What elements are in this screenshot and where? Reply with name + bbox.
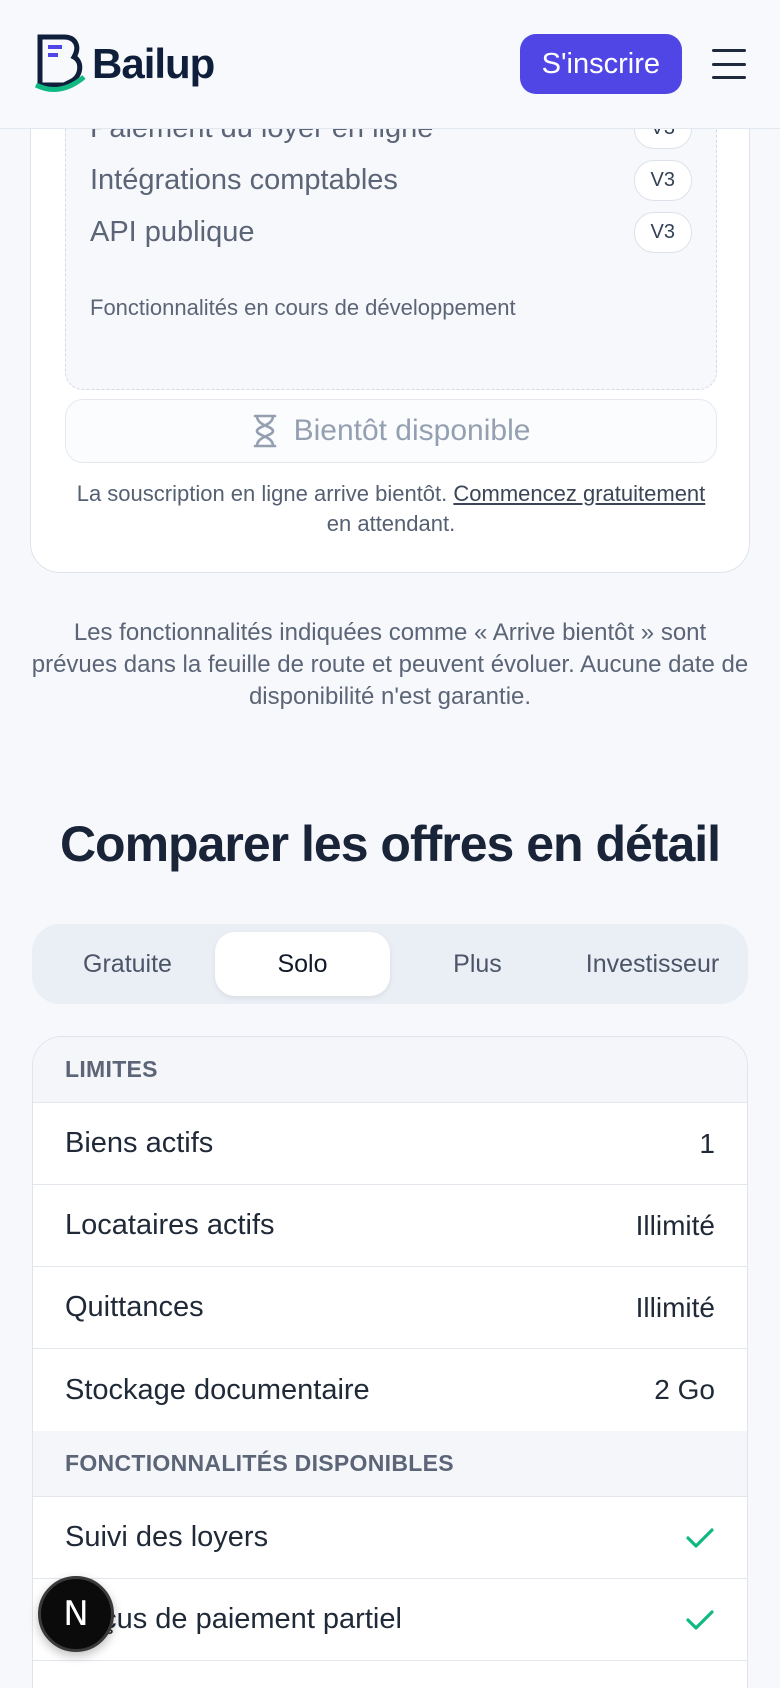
comparison-table: LIMITES Biens actifs 1 Locataires actifs… bbox=[32, 1036, 748, 1688]
table-row: Biens actifs 1 bbox=[33, 1103, 747, 1185]
section-heading-features: FONCTIONNALITÉS DISPONIBLES bbox=[33, 1431, 747, 1497]
hamburger-menu-icon[interactable] bbox=[712, 49, 746, 79]
signup-button[interactable]: S'inscrire bbox=[519, 34, 682, 94]
brand-name: Bailup bbox=[92, 40, 215, 87]
development-note: Fonctionnalités en cours de développemen… bbox=[90, 295, 516, 320]
table-row: Quittances Illimité bbox=[33, 1267, 747, 1349]
table-row: Suivi des loyers bbox=[33, 1497, 747, 1579]
feature-label: Intégrations comptables bbox=[90, 164, 398, 196]
row-label: Locataires actifs bbox=[65, 1209, 275, 1241]
check-icon bbox=[686, 1527, 714, 1548]
tab-investisseur[interactable]: Investisseur bbox=[565, 932, 740, 996]
fab-letter: N bbox=[63, 1594, 89, 1634]
tab-plus[interactable]: Plus bbox=[390, 932, 565, 996]
coming-soon-button[interactable]: Bientôt disponible bbox=[65, 399, 717, 463]
plan-tabs: Gratuite Solo Plus Investisseur bbox=[32, 924, 748, 1004]
hourglass-icon bbox=[253, 414, 276, 448]
note-text: La souscription en ligne arrive bientôt. bbox=[76, 481, 454, 506]
table-row bbox=[33, 1661, 747, 1688]
row-label: Stockage documentaire bbox=[65, 1373, 370, 1406]
compare-title: Comparer les offres en détail bbox=[59, 816, 721, 872]
start-free-link[interactable]: Commencez gratuitement bbox=[453, 481, 705, 506]
row-label: Suivi des loyers bbox=[65, 1521, 269, 1553]
roadmap-disclaimer: Les fonctionnalités indiquées comme « Ar… bbox=[31, 619, 749, 710]
tab-solo[interactable]: Solo bbox=[215, 932, 390, 996]
row-label: Quittances bbox=[65, 1291, 204, 1323]
table-row: Stockage documentaire 2 Go bbox=[33, 1349, 747, 1431]
table-row: Reçus de paiement partiel bbox=[33, 1579, 747, 1661]
row-value: 2 Go bbox=[654, 1374, 715, 1405]
feature-label: API publique bbox=[90, 216, 255, 248]
upcoming-feature-row: API publique V3 bbox=[90, 212, 692, 253]
nextjs-dev-indicator-button[interactable]: N bbox=[38, 1576, 114, 1652]
bailup-logo-icon bbox=[34, 34, 86, 92]
check-icon bbox=[686, 1609, 714, 1630]
row-value: Illimité bbox=[635, 1291, 715, 1323]
row-label: Reçus de paiement partiel bbox=[65, 1603, 402, 1635]
subscription-note: La souscription en ligne arrive bientôt.… bbox=[65, 479, 717, 539]
header-actions: S'inscrire bbox=[519, 34, 746, 94]
pricing-card: Paiement du loyer en ligne V3 Intégratio… bbox=[30, 60, 750, 573]
version-badge: V3 bbox=[633, 212, 692, 253]
row-value: 1 bbox=[699, 1127, 715, 1159]
upcoming-features-box: Paiement du loyer en ligne V3 Intégratio… bbox=[65, 101, 717, 390]
row-value: Illimité bbox=[635, 1209, 715, 1241]
brand[interactable]: Bailup bbox=[34, 33, 215, 95]
row-label: Biens actifs bbox=[65, 1127, 214, 1159]
table-row: Locataires actifs Illimité bbox=[33, 1185, 747, 1267]
coming-soon-label: Bientôt disponible bbox=[293, 414, 531, 447]
section-heading-limits: LIMITES bbox=[33, 1037, 747, 1103]
top-navbar: Bailup S'inscrire bbox=[0, 0, 780, 129]
tab-gratuite[interactable]: Gratuite bbox=[40, 932, 215, 996]
upcoming-feature-row: Intégrations comptables V3 bbox=[90, 160, 692, 201]
note-text-end: en attendant. bbox=[326, 511, 456, 536]
version-badge: V3 bbox=[633, 160, 692, 201]
